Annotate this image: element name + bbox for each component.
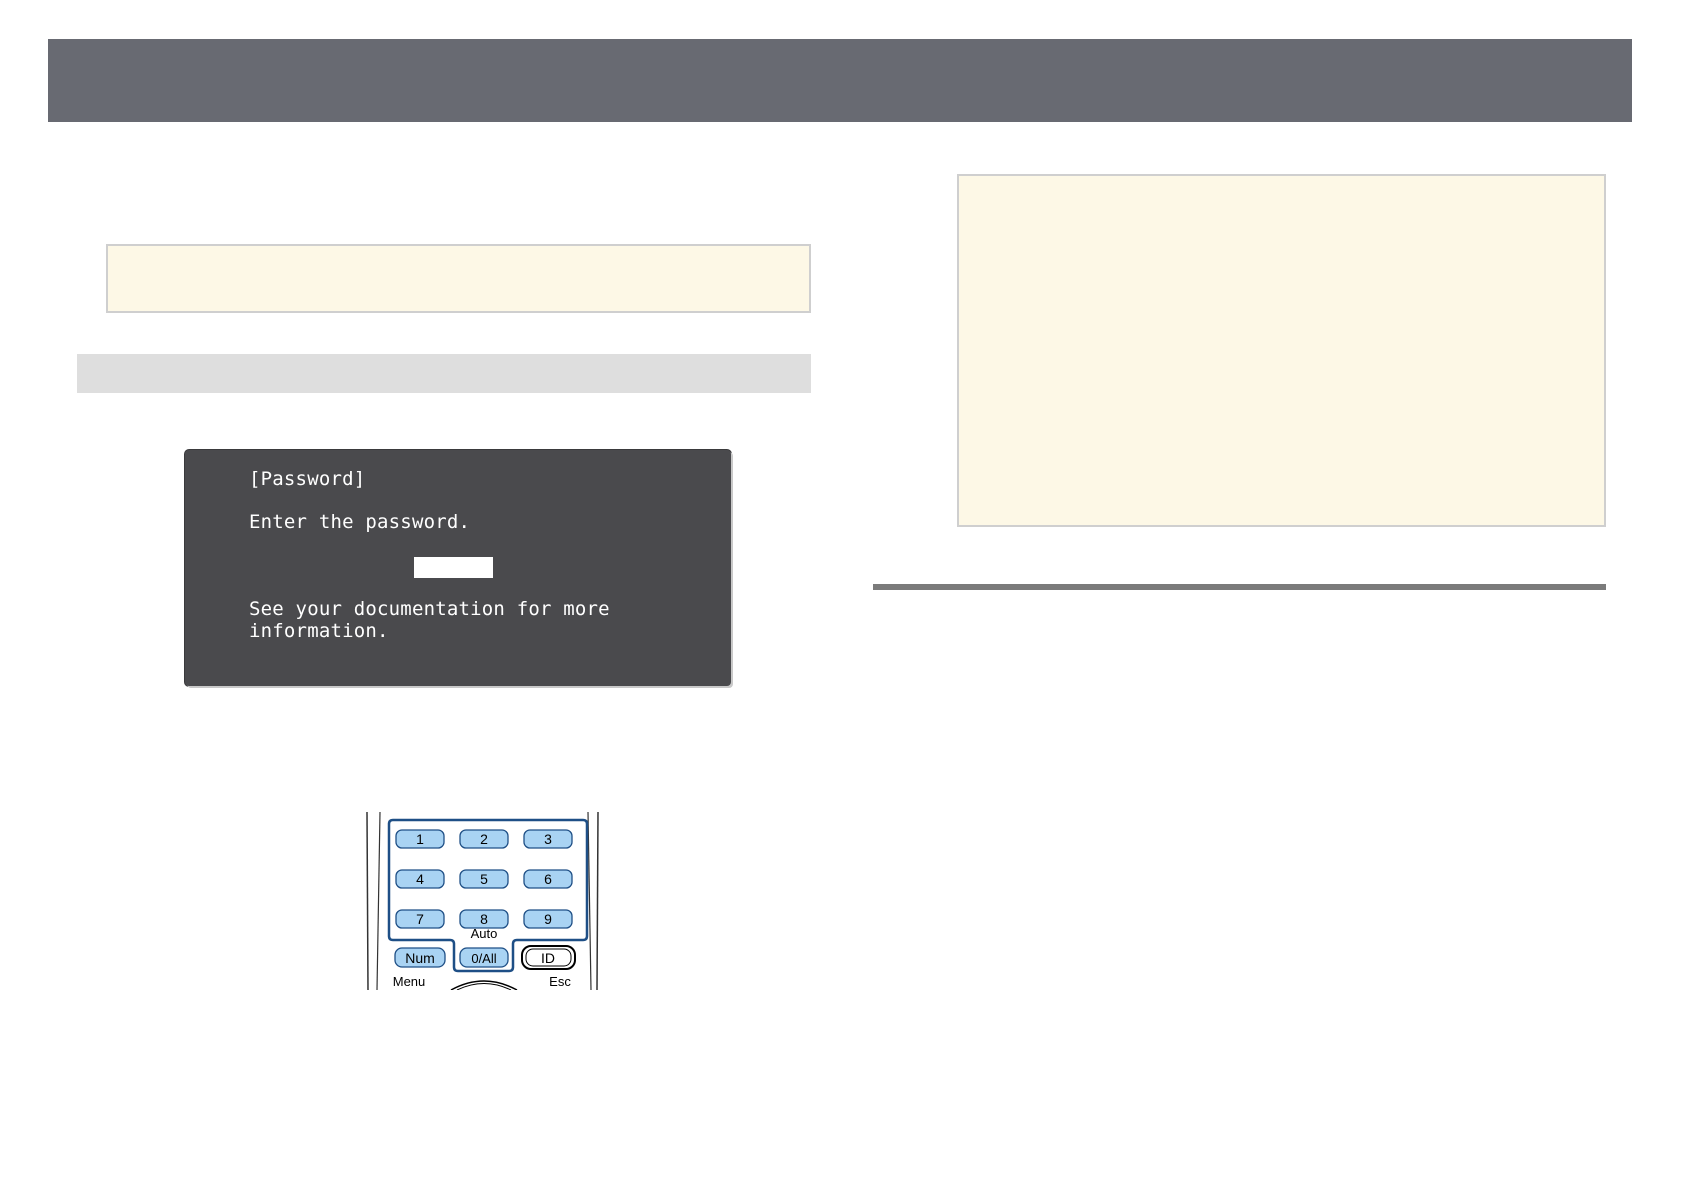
key-5: 5 [459,869,509,889]
zero-all-key: 0/All [459,947,509,968]
remote-edge-left-inner [376,812,381,990]
remote-edge-right-inner [587,812,592,990]
key-3: 3 [523,829,573,849]
remote-edge-right [596,812,599,990]
header-bar [48,39,1632,122]
esc-label: Esc [549,974,571,989]
key-9: 9 [523,909,573,929]
remote-control-illustration: 1 2 3 4 5 6 7 8 9 Auto Num 0/All ID Menu… [366,812,599,990]
note-box [106,244,811,313]
auto-label: Auto [471,926,498,941]
dialog-title: [Password] [249,468,366,490]
num-key: Num [394,947,446,968]
key-1-label: 1 [416,831,424,847]
key-2-label: 2 [480,831,488,847]
id-key-label: ID [541,950,555,966]
section-divider [873,584,1606,590]
menu-label: Menu [393,974,426,989]
zero-all-key-label: 0/All [471,951,496,966]
key-6: 6 [523,869,573,889]
key-7-label: 7 [416,911,424,927]
note-box-right [957,174,1606,527]
num-key-label: Num [405,950,435,966]
remote-edge-left [366,812,369,990]
key-9-label: 9 [544,911,552,927]
key-4: 4 [395,869,445,889]
key-7: 7 [395,909,445,929]
key-5-label: 5 [480,871,488,887]
key-4-label: 4 [416,871,424,887]
section-heading-bar [77,354,811,393]
key-1: 1 [395,829,445,849]
dialog-prompt: Enter the password. [249,511,471,533]
key-3-label: 3 [544,831,552,847]
password-input[interactable] [414,557,493,578]
id-key: ID [521,945,576,970]
key-2: 2 [459,829,509,849]
key-6-label: 6 [544,871,552,887]
dialog-info: See your documentation for more informat… [249,598,610,642]
password-dialog: [Password] Enter the password. See your … [185,450,731,686]
key-8-label: 8 [480,911,488,927]
